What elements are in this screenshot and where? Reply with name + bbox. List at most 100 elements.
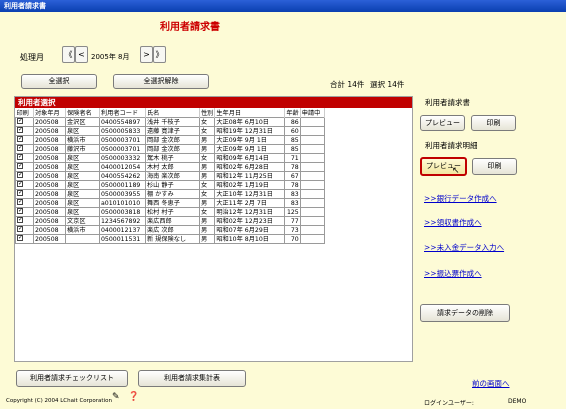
select-all-button[interactable]: 全選択: [21, 74, 97, 89]
row-applying: [299, 162, 325, 172]
table-row[interactable]: 200508横浜市0400012137楽広 次郎男昭和07年 6月29日73: [15, 225, 325, 235]
row-sex: 男: [198, 234, 216, 244]
col-print: 印刷: [15, 108, 34, 118]
row-insurer: 泉区: [65, 207, 100, 217]
print-checkbox[interactable]: [15, 144, 34, 154]
row-name: 棚 かすみ: [145, 189, 200, 199]
check-icon: [17, 145, 23, 152]
table-row[interactable]: 200508泉区0500005833遠藤 寛津子女昭和19年 12月31日60: [15, 126, 325, 136]
first-month-button[interactable]: 《: [62, 46, 75, 63]
col-sex: 性別: [199, 108, 216, 118]
row-sex: 男: [198, 135, 216, 145]
table-row[interactable]: 200508泉区0400012054木村 太郎男昭和02年 6月28日78: [15, 162, 325, 172]
row-name: 岡部 金次郎: [145, 135, 200, 145]
last-month-button[interactable]: 》: [153, 46, 166, 63]
row-age: 70: [284, 234, 301, 244]
table-row[interactable]: 200508泉区0500003818松村 村子女明治12年 12月31日125: [15, 207, 325, 217]
row-sex: 女: [198, 126, 216, 136]
print-checkbox[interactable]: [15, 234, 34, 244]
row-name: 楽広 次郎: [145, 225, 200, 235]
row-year-month: 200508: [33, 180, 66, 190]
table-row[interactable]: 200508文京区1234567892楽広西郎男昭和02年 12月23日77: [15, 216, 325, 226]
row-user-code: 0400554897: [99, 117, 146, 127]
row-name: 舞西 冬恵子: [145, 198, 200, 208]
row-user-code: 0500003332: [99, 153, 146, 163]
pen-icon[interactable]: ✎: [112, 392, 120, 402]
next-month-button[interactable]: >: [140, 46, 153, 63]
row-sex: 男: [198, 171, 216, 181]
row-age: 60: [284, 126, 301, 136]
row-name: 浅井 千枝子: [145, 117, 200, 127]
row-name: 松村 村子: [145, 207, 200, 217]
table-row[interactable]: 200508泉区a010101010舞西 冬恵子男大正11年 2月 7日83: [15, 198, 325, 208]
window-title: 利用者請求書: [4, 2, 46, 10]
user-table: 印刷 対象年月 保険者名 利用者コード 氏名 性別 生年月日 年齢 申請中 20…: [15, 108, 325, 244]
print-checkbox[interactable]: [15, 135, 34, 145]
print-checkbox[interactable]: [15, 225, 34, 235]
print-checkbox[interactable]: [15, 216, 34, 226]
user-table-body: 200508金沢区0400554897浅井 千枝子女大正08年 6月10日86 …: [15, 117, 325, 244]
check-icon: [17, 199, 23, 206]
table-row[interactable]: 200508泉区0500001189杉山 静子女昭和02年 1月19日78: [15, 180, 325, 190]
table-row[interactable]: 200508藤沢市0500003701岡部 金次郎男大正09年 9月 1日85: [15, 144, 325, 154]
deselect-all-button[interactable]: 全選択解除: [113, 74, 209, 89]
table-row[interactable]: 200508泉区0500003955棚 かすみ女大正10年 12月31日83: [15, 189, 325, 199]
delete-data-button[interactable]: 請求データの削除: [420, 304, 510, 322]
row-birthdate: 昭和02年 12月23日: [214, 216, 286, 226]
print-checkbox[interactable]: [15, 180, 34, 190]
row-insurer: 泉区: [65, 162, 100, 172]
row-applying: [299, 126, 325, 136]
transfer-slip-link[interactable]: >>振込票作成へ: [424, 268, 482, 279]
row-user-code: 0400012137: [99, 225, 146, 235]
detail-print-button[interactable]: 印刷: [472, 158, 517, 175]
print-checkbox[interactable]: [15, 126, 34, 136]
back-link[interactable]: 前の画面へ: [472, 378, 510, 389]
row-applying: [299, 117, 325, 127]
row-age: 85: [284, 135, 301, 145]
table-row[interactable]: 200508金沢区0400554897浅井 千枝子女大正08年 6月10日86: [15, 117, 325, 127]
check-icon: [17, 118, 23, 125]
bank-data-link[interactable]: >>銀行データ作成へ: [424, 193, 497, 204]
prev-month-button[interactable]: <: [75, 46, 88, 63]
check-icon: [17, 172, 23, 179]
row-insurer: 金沢区: [65, 117, 100, 127]
row-sex: 男: [198, 162, 216, 172]
check-list-button[interactable]: 利用者請求チェックリスト: [16, 370, 128, 387]
row-age: 86: [284, 117, 301, 127]
print-checkbox[interactable]: [15, 117, 34, 127]
row-year-month: 200508: [33, 216, 66, 226]
print-checkbox[interactable]: [15, 198, 34, 208]
table-row[interactable]: 200508 0500011531新 規保険なし男昭和10年 8月10日70: [15, 234, 325, 244]
row-insurer: 泉区: [65, 189, 100, 199]
table-row[interactable]: 200508泉区0500003332駕木 桃子女昭和09年 6月14日71: [15, 153, 325, 163]
table-row[interactable]: 200508泉区0400554262海南 楽次郎男昭和12年 11月25日67: [15, 171, 325, 181]
receipt-link[interactable]: >>領収書作成へ: [424, 217, 482, 228]
row-insurer: 泉区: [65, 126, 100, 136]
check-icon: [17, 217, 23, 224]
print-checkbox[interactable]: [15, 153, 34, 163]
user-list-panel: 利用者選択 印刷 対象年月 保険者名 利用者コード 氏名 性別 生年月日 年齢 …: [14, 96, 413, 362]
summary-button[interactable]: 利用者請求集計表: [138, 370, 246, 387]
table-row[interactable]: 200508横浜市0500003701岡部 金次郎男大正09年 9月 1日85: [15, 135, 325, 145]
print-checkbox[interactable]: [15, 162, 34, 172]
help-icon[interactable]: ❓: [128, 392, 139, 402]
row-insurer: [65, 234, 100, 244]
invoice-preview-button[interactable]: プレビュー: [420, 115, 465, 131]
print-checkbox[interactable]: [15, 189, 34, 199]
print-checkbox[interactable]: [15, 171, 34, 181]
row-applying: [299, 144, 325, 154]
row-user-code: 0500003955: [99, 189, 146, 199]
detail-preview-button[interactable]: プレビュー ↖: [420, 157, 467, 176]
row-insurer: 横浜市: [65, 135, 100, 145]
row-birthdate: 明治12年 12月31日: [214, 207, 286, 217]
unpaid-entry-link[interactable]: >>未入金データ入力へ: [424, 242, 504, 253]
invoice-print-button[interactable]: 印刷: [471, 115, 516, 131]
row-year-month: 200508: [33, 198, 66, 208]
print-checkbox[interactable]: [15, 207, 34, 217]
row-year-month: 200508: [33, 135, 66, 145]
row-birthdate: 昭和02年 1月19日: [214, 180, 286, 190]
user-list-title: 利用者選択: [15, 97, 412, 108]
row-year-month: 200508: [33, 117, 66, 127]
row-sex: 男: [198, 216, 216, 226]
row-user-code: 0400012054: [99, 162, 146, 172]
